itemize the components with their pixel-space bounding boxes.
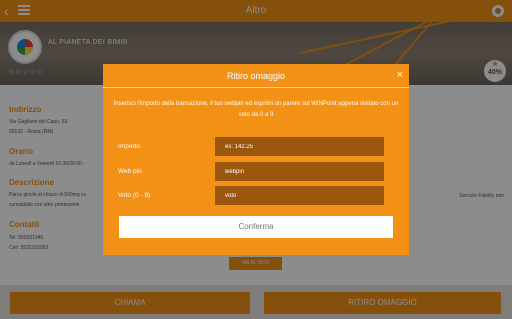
confirm-button[interactable]: Conferma xyxy=(119,216,393,238)
ritiro-omaggio-dialog: Ritiro omaggio × Inserisci l'importo del… xyxy=(103,64,409,255)
dialog-header: Ritiro omaggio × xyxy=(103,64,409,88)
importo-input[interactable] xyxy=(215,137,384,156)
dialog-description: Inserisci l'importo della transazione, i… xyxy=(113,101,399,118)
importo-label: Importo xyxy=(118,143,141,150)
voto-input[interactable] xyxy=(215,186,384,205)
close-icon[interactable]: × xyxy=(397,69,403,81)
webpin-input[interactable] xyxy=(215,162,384,181)
voto-label: Voto (0 - 9) xyxy=(118,192,151,199)
dialog-title: Ritiro omaggio xyxy=(226,71,286,81)
webpin-label: Web pin xyxy=(118,168,142,175)
